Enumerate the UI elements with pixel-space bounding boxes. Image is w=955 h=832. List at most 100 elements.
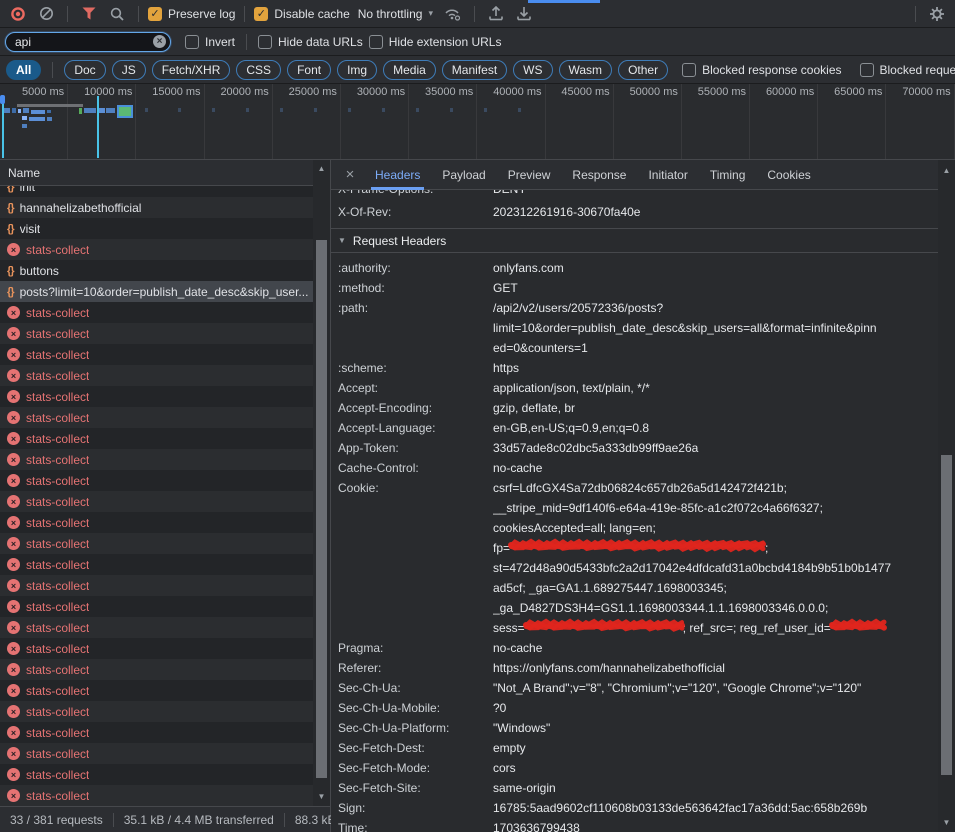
header-row: Sign:16785:5aad9602cf110608b03133de56364…: [331, 798, 941, 818]
header-row: Accept:application/json, text/plain, */*: [331, 378, 941, 398]
disable-cache-checkbox[interactable]: ✓ Disable cache: [254, 7, 349, 21]
export-har-icon[interactable]: [484, 2, 508, 26]
waterfall-bar: [47, 117, 52, 121]
detail-scrollbar[interactable]: ▲ ▼: [938, 160, 955, 832]
request-row[interactable]: ×stats-collect: [0, 743, 330, 764]
request-headers-section-toggle[interactable]: ▼ Request Headers: [331, 228, 941, 253]
type-filter-media[interactable]: Media: [383, 60, 436, 80]
settings-gear-icon[interactable]: [925, 2, 949, 26]
type-filter-js[interactable]: JS: [112, 60, 146, 80]
type-filter-all[interactable]: All: [6, 60, 41, 80]
tab-headers[interactable]: Headers: [365, 160, 430, 190]
close-icon[interactable]: ×: [337, 160, 363, 190]
tab-response[interactable]: Response: [562, 160, 636, 190]
request-name: stats-collect: [26, 327, 89, 341]
network-conditions-icon[interactable]: [441, 2, 465, 26]
type-filter-img[interactable]: Img: [337, 60, 377, 80]
blocked-requests-checkbox[interactable]: Blocked requests: [860, 63, 955, 77]
search-icon[interactable]: [105, 2, 129, 26]
hide-extension-urls-checkbox[interactable]: Hide extension URLs: [369, 35, 502, 49]
name-column-header[interactable]: Name: [0, 160, 330, 186]
scrollbar-thumb[interactable]: [941, 455, 952, 775]
header-name: Accept-Language:: [331, 418, 493, 438]
json-braces-icon: {}: [7, 286, 14, 298]
request-row[interactable]: ×stats-collect: [0, 785, 330, 806]
request-row[interactable]: ×stats-collect: [0, 722, 330, 743]
request-row[interactable]: ×stats-collect: [0, 533, 330, 554]
request-row[interactable]: {}init: [0, 186, 330, 197]
selection-line[interactable]: [97, 96, 99, 158]
selection-handle[interactable]: [0, 95, 5, 104]
request-row[interactable]: ×stats-collect: [0, 659, 330, 680]
request-row[interactable]: ×stats-collect: [0, 701, 330, 722]
tab-payload[interactable]: Payload: [432, 160, 495, 190]
clipped-request-row: {}init: [0, 186, 330, 197]
selection-line[interactable]: [2, 96, 4, 158]
type-filter-fetch-xhr[interactable]: Fetch/XHR: [152, 60, 231, 80]
request-list-scrollbar[interactable]: ▲ ▼: [313, 160, 330, 806]
header-value-line: ed=0&counters=1: [493, 338, 941, 358]
request-row[interactable]: ×stats-collect: [0, 554, 330, 575]
scroll-up-icon[interactable]: ▲: [313, 162, 330, 176]
requests-count: 33 / 381 requests: [0, 813, 113, 827]
header-row: Sec-Fetch-Site:same-origin: [331, 778, 941, 798]
request-row[interactable]: {}visit: [0, 218, 330, 239]
type-filter-font[interactable]: Font: [287, 60, 331, 80]
scrollbar-thumb[interactable]: [316, 240, 327, 778]
preserve-log-checkbox[interactable]: ✓ Preserve log: [148, 7, 235, 21]
scroll-up-icon[interactable]: ▲: [938, 164, 955, 178]
request-row[interactable]: ×stats-collect: [0, 344, 330, 365]
throttling-select[interactable]: No throttling ▾: [354, 7, 437, 21]
request-row[interactable]: ×stats-collect: [0, 680, 330, 701]
request-row[interactable]: ×stats-collect: [0, 449, 330, 470]
import-har-icon[interactable]: [512, 2, 536, 26]
header-name: Referer:: [331, 658, 493, 678]
type-filter-other[interactable]: Other: [618, 60, 668, 80]
request-row[interactable]: ×stats-collect: [0, 365, 330, 386]
request-row[interactable]: ×stats-collect: [0, 491, 330, 512]
type-filter-wasm[interactable]: Wasm: [559, 60, 613, 80]
error-icon: ×: [7, 726, 20, 739]
type-filter-css[interactable]: CSS: [236, 60, 281, 80]
request-row[interactable]: ×stats-collect: [0, 407, 330, 428]
request-name: stats-collect: [26, 411, 89, 425]
network-overview-timeline[interactable]: 5000 ms10000 ms15000 ms20000 ms25000 ms3…: [0, 84, 955, 160]
clear-button[interactable]: [34, 2, 58, 26]
request-row[interactable]: ×stats-collect: [0, 617, 330, 638]
filter-input[interactable]: [5, 32, 171, 52]
scroll-down-icon[interactable]: ▼: [938, 816, 955, 830]
request-row[interactable]: ×stats-collect: [0, 638, 330, 659]
type-filter-doc[interactable]: Doc: [64, 60, 105, 80]
hide-data-urls-checkbox[interactable]: Hide data URLs: [258, 35, 363, 49]
request-row[interactable]: ×stats-collect: [0, 239, 330, 260]
request-row[interactable]: ×stats-collect: [0, 428, 330, 449]
tab-timing[interactable]: Timing: [700, 160, 756, 190]
request-row[interactable]: ×stats-collect: [0, 764, 330, 785]
tab-initiator[interactable]: Initiator: [638, 160, 697, 190]
record-button[interactable]: [6, 2, 30, 26]
filter-toggle-icon[interactable]: [77, 2, 101, 26]
type-filter-manifest[interactable]: Manifest: [442, 60, 507, 80]
blocked-response-cookies-checkbox[interactable]: Blocked response cookies: [682, 63, 841, 77]
request-name: stats-collect: [26, 432, 89, 446]
request-row[interactable]: ×stats-collect: [0, 470, 330, 491]
request-row[interactable]: ×stats-collect: [0, 575, 330, 596]
scroll-down-icon[interactable]: ▼: [313, 790, 330, 804]
request-row[interactable]: ×stats-collect: [0, 596, 330, 617]
invert-checkbox[interactable]: Invert: [185, 35, 235, 49]
type-filter-ws[interactable]: WS: [513, 60, 552, 80]
checkbox-checked-icon: ✓: [148, 7, 162, 21]
request-row[interactable]: {}posts?limit=10&order=publish_date_desc…: [0, 281, 330, 302]
request-row[interactable]: ×stats-collect: [0, 323, 330, 344]
request-row[interactable]: {}buttons: [0, 260, 330, 281]
hide-extension-urls-label: Hide extension URLs: [389, 35, 502, 49]
clear-filter-icon[interactable]: ×: [153, 35, 166, 48]
request-row[interactable]: ×stats-collect: [0, 302, 330, 323]
tab-cookies[interactable]: Cookies: [757, 160, 820, 190]
hide-data-urls-label: Hide data URLs: [278, 35, 363, 49]
tab-preview[interactable]: Preview: [498, 160, 561, 190]
header-row: Sec-Ch-Ua:"Not_A Brand";v="8", "Chromium…: [331, 678, 941, 698]
request-row[interactable]: ×stats-collect: [0, 386, 330, 407]
request-row[interactable]: ×stats-collect: [0, 512, 330, 533]
request-row[interactable]: {}hannahelizabethofficial: [0, 197, 330, 218]
